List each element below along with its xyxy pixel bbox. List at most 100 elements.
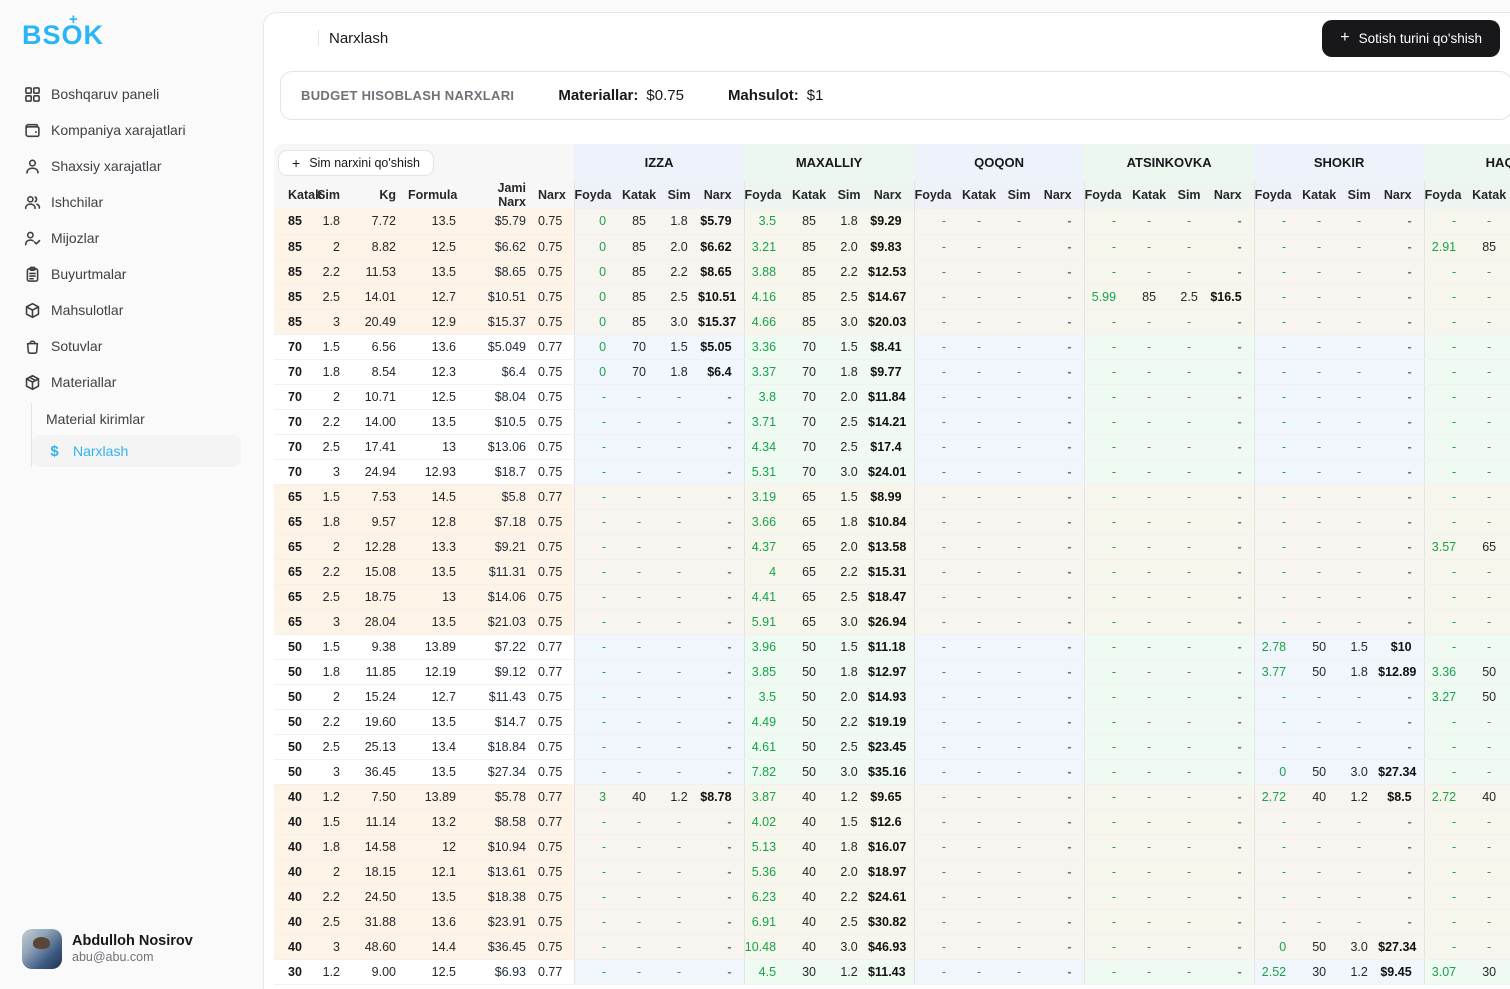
cell-shokir-sim: 1.2: [1340, 784, 1379, 810]
cell-haqbe-katak: -: [1468, 859, 1510, 885]
col-header-shokir-foyda: Foyda: [1253, 181, 1299, 209]
cell-haqbe-foyda: -: [1423, 584, 1469, 610]
cell-shokir-foyda: 2.52: [1253, 959, 1299, 985]
cell-shokir-katak: -: [1298, 334, 1341, 360]
sidebar-item-boshqaruv-paneli[interactable]: Boshqaruv paneli: [14, 77, 241, 111]
cell-shokir-foyda: 2.72: [1253, 784, 1299, 810]
sidebar-item-sotuvlar[interactable]: Sotuvlar: [14, 329, 241, 363]
cell-izza-foyda: 0: [573, 309, 619, 335]
group-header-qoqon: QOQON: [914, 144, 1085, 181]
sidebar-item-mijozlar[interactable]: Mijozlar: [14, 221, 241, 255]
add-sale-type-button[interactable]: + Sotish turini qo'shish: [1322, 19, 1500, 57]
sidebar-item-shaxsiy-xarajatlar[interactable]: Shaxsiy xarajatlar: [14, 149, 241, 183]
cell-maxalliy-foyda: 3.85: [743, 659, 789, 685]
cell-atsinkovka-sim: -: [1170, 734, 1209, 760]
cell-shokir-katak: -: [1298, 359, 1341, 385]
sidebar-item-label: Kompaniya xarajatlari: [51, 122, 186, 138]
cell-izza-foyda: -: [573, 659, 619, 685]
cell-izza-foyda: -: [573, 559, 619, 585]
cell-qoqon-katak: -: [958, 309, 1001, 335]
cell-shokir-foyda: -: [1253, 909, 1299, 935]
cell-izza-sim: -: [660, 409, 699, 435]
cell-haqbe-katak: -: [1468, 759, 1510, 785]
sidebar-item-ishchilar[interactable]: Ishchilar: [14, 185, 241, 219]
cell-qoqon-foyda: -: [913, 784, 959, 810]
cell-maxalliy-katak: 50: [788, 659, 831, 685]
cell-atsinkovka-katak: -: [1128, 259, 1171, 285]
col-header-haqbe-katak: Katak: [1468, 181, 1510, 209]
sidebar-item-kompaniya-xarajatlari[interactable]: Kompaniya xarajatlari: [14, 113, 241, 147]
cell-shokir-sim: -: [1340, 309, 1379, 335]
cell-qoqon-sim: -: [1000, 234, 1039, 260]
cell-shokir-katak: -: [1298, 609, 1341, 635]
cell-qoqon-katak: -: [958, 834, 1001, 860]
cell-atsinkovka-narx: -: [1208, 834, 1255, 860]
cell-maxalliy-narx: $8.41: [868, 334, 915, 360]
cell-maxalliy-sim: 1.8: [830, 509, 869, 535]
pricing-table-wrap: + Sim narxini qo'shish IZZA MAXALLIY QOQON AT…: [274, 144, 1510, 985]
cell-maxalliy-narx: $9.83: [868, 234, 915, 260]
table-row: 40 2 18.15 12.1 $13.61 0.75- - - -5.36 40 2.0 $18.9…: [274, 859, 1510, 885]
dollar-icon: $: [50, 442, 59, 460]
user-menu[interactable]: Abdulloh Nosirov abu@abu.com: [14, 921, 241, 977]
grid-icon: [24, 86, 41, 103]
col-header-formula: Formula: [408, 181, 468, 209]
cell-maxalliy-foyda: 3.87: [743, 784, 789, 810]
cell-maxalliy-narx: $18.47: [868, 584, 915, 610]
cell-haqbe-katak: 30: [1468, 959, 1510, 985]
cell-shokir-katak: -: [1298, 309, 1341, 335]
cell-formula: 13.6: [408, 909, 468, 935]
cell-jami-narx: $36.45: [468, 934, 538, 960]
cell-qoqon-sim: -: [1000, 959, 1039, 985]
cell-atsinkovka-foyda: -: [1083, 709, 1129, 735]
cell-shokir-foyda: -: [1253, 309, 1299, 335]
cell-shokir-sim: -: [1340, 809, 1379, 835]
sidebar-item-narxlash[interactable]: $ Narxlash: [32, 435, 241, 467]
cell-izza-sim: -: [660, 859, 699, 885]
cell-haqbe-foyda: -: [1423, 459, 1469, 485]
cell-qoqon-katak: -: [958, 734, 1001, 760]
cell-sim: 1.8: [314, 834, 352, 860]
cell-atsinkovka-foyda: -: [1083, 434, 1129, 460]
cell-atsinkovka-narx: -: [1208, 484, 1255, 510]
sidebar-toggle-button[interactable]: [278, 23, 308, 57]
cell-atsinkovka-narx: -: [1208, 859, 1255, 885]
sidebar-item-label: Sotuvlar: [51, 338, 103, 354]
box-icon: [24, 374, 41, 391]
cell-izza-katak: -: [618, 659, 661, 685]
col-header-haqbe-foyda: Foyda: [1423, 181, 1469, 209]
cell-formula: 13.3: [408, 534, 468, 560]
cell-atsinkovka-foyda: -: [1083, 634, 1129, 660]
sidebar-item-buyurtmalar[interactable]: Buyurtmalar: [14, 257, 241, 291]
cell-qoqon-katak: -: [958, 384, 1001, 410]
cell-maxalliy-sim: 3.0: [830, 759, 869, 785]
bsok-logo: BSOK +: [22, 11, 105, 50]
cell-kg: 14.01: [352, 284, 408, 310]
cell-shokir-katak: -: [1298, 884, 1341, 910]
cell-izza-sim: -: [660, 434, 699, 460]
cell-kg: 25.13: [352, 734, 408, 760]
add-sim-price-button[interactable]: + Sim narxini qo'shish: [278, 149, 434, 176]
cell-haqbe-foyda: -: [1423, 609, 1469, 635]
cell-qoqon-sim: -: [1000, 834, 1039, 860]
cell-katak: 40: [274, 934, 314, 960]
sidebar-item-material-kirimlar[interactable]: Material kirimlar: [32, 403, 241, 435]
cell-maxalliy-sim: 1.5: [830, 634, 869, 660]
sidebar-item-materiallar[interactable]: Materiallar: [14, 365, 241, 399]
cell-atsinkovka-foyda: -: [1083, 509, 1129, 535]
cell-atsinkovka-sim: -: [1170, 584, 1209, 610]
cell-shokir-katak: 50: [1298, 659, 1341, 685]
sidebar-item-mahsulotlar[interactable]: Mahsulotlar: [14, 293, 241, 327]
cell-izza-narx: -: [698, 759, 745, 785]
cell-haqbe-foyda: -: [1423, 484, 1469, 510]
cell-izza-katak: 85: [618, 209, 661, 235]
table-toolbar: + Sim narxini qo'shish: [274, 144, 575, 181]
cell-izza-narx: -: [698, 559, 745, 585]
cell-maxalliy-narx: $23.45: [868, 734, 915, 760]
cell-kg: 18.15: [352, 859, 408, 885]
cell-maxalliy-katak: 65: [788, 509, 831, 535]
cell-qoqon-narx: -: [1038, 584, 1085, 610]
cell-shokir-foyda: -: [1253, 709, 1299, 735]
cell-shokir-sim: 1.5: [1340, 634, 1379, 660]
cell-qoqon-sim: -: [1000, 534, 1039, 560]
